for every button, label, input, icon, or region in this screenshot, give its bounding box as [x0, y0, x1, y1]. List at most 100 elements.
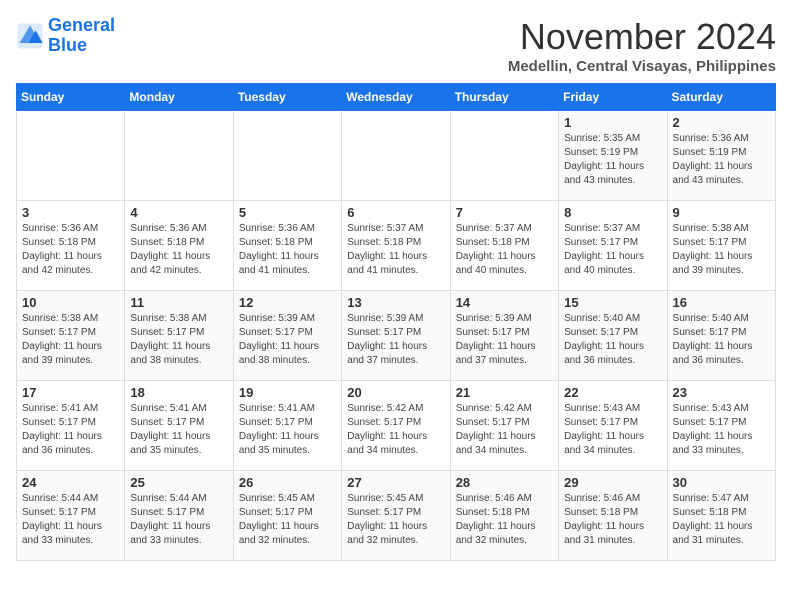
day-info: Sunrise: 5:35 AM Sunset: 5:19 PM Dayligh… [564, 132, 661, 188]
day-number: 8 [564, 205, 661, 220]
calendar-cell [17, 111, 125, 201]
day-info: Sunrise: 5:46 AM Sunset: 5:18 PM Dayligh… [564, 492, 661, 548]
title-area: November 2024 Medellin, Central Visayas,… [508, 16, 776, 75]
day-number: 16 [673, 295, 770, 310]
header: General Blue November 2024 Medellin, Cen… [16, 16, 776, 75]
day-info: Sunrise: 5:39 AM Sunset: 5:17 PM Dayligh… [239, 312, 336, 368]
calendar-cell: 9Sunrise: 5:38 AM Sunset: 5:17 PM Daylig… [667, 201, 775, 291]
day-info: Sunrise: 5:43 AM Sunset: 5:17 PM Dayligh… [564, 402, 661, 458]
logo-line1: General [48, 15, 115, 35]
logo-icon [16, 22, 44, 50]
day-info: Sunrise: 5:41 AM Sunset: 5:17 PM Dayligh… [22, 402, 119, 458]
calendar-cell: 23Sunrise: 5:43 AM Sunset: 5:17 PM Dayli… [667, 381, 775, 471]
location: Medellin, Central Visayas, Philippines [508, 58, 776, 75]
day-number: 11 [130, 295, 227, 310]
calendar-cell [450, 111, 558, 201]
day-header-friday: Friday [559, 84, 667, 111]
calendar-cell: 21 Sunrise: 5:42 AM Sunset: 5:17 PM Dayli… [450, 381, 558, 471]
day-number: 20 [347, 385, 444, 400]
day-number: 12 [239, 295, 336, 310]
day-info: Sunrise: 5:37 AM Sunset: 5:17 PM Dayligh… [564, 222, 661, 278]
day-info: Sunrise: 5:45 AM Sunset: 5:17 PM Dayligh… [347, 492, 444, 548]
day-info: Sunrise: 5:44 AM Sunset: 5:17 PM Dayligh… [130, 492, 227, 548]
day-info: Sunrise: 5:39 AM Sunset: 5:17 PM Dayligh… [456, 312, 553, 368]
calendar-cell: 22 Sunrise: 5:43 AM Sunset: 5:17 PM Dayli… [559, 381, 667, 471]
calendar-cell: 30 Sunrise: 5:47 AM Sunset: 5:18 PM Dayli… [667, 471, 775, 561]
day-number: 30 [673, 475, 770, 490]
day-info: Sunrise: 5:46 AM Sunset: 5:18 PM Dayligh… [456, 492, 553, 548]
day-number: 4 [130, 205, 227, 220]
day-info: Sunrise: 5:37 AM Sunset: 5:18 PM Dayligh… [456, 222, 553, 278]
day-number: 23 [673, 385, 770, 400]
day-info: Sunrise: 5:36 AM Sunset: 5:18 PM Dayligh… [22, 222, 119, 278]
calendar-cell: 20Sunrise: 5:42 AM Sunset: 5:17 PM Dayli… [342, 381, 450, 471]
day-info: Sunrise: 5:41 AM Sunset: 5:17 PM Dayligh… [130, 402, 227, 458]
day-info: Sunrise: 5:45 AM Sunset: 5:17 PM Dayligh… [239, 492, 336, 548]
week-row-3: 10 Sunrise: 5:38 AM Sunset: 5:17 PM Dayli… [17, 291, 776, 381]
calendar-cell: 19 Sunrise: 5:41 AM Sunset: 5:17 PM Dayli… [233, 381, 341, 471]
calendar-cell: 11 Sunrise: 5:38 AM Sunset: 5:17 PM Dayli… [125, 291, 233, 381]
calendar-cell: 27 Sunrise: 5:45 AM Sunset: 5:17 PM Dayli… [342, 471, 450, 561]
day-number: 18 [130, 385, 227, 400]
day-info: Sunrise: 5:42 AM Sunset: 5:17 PM Dayligh… [456, 402, 553, 458]
calendar-cell [125, 111, 233, 201]
day-header-wednesday: Wednesday [342, 84, 450, 111]
day-info: Sunrise: 5:41 AM Sunset: 5:17 PM Dayligh… [239, 402, 336, 458]
calendar-cell: 4Sunrise: 5:36 AM Sunset: 5:18 PM Daylig… [125, 201, 233, 291]
day-number: 5 [239, 205, 336, 220]
day-number: 15 [564, 295, 661, 310]
day-number: 1 [564, 115, 661, 130]
day-number: 2 [673, 115, 770, 130]
day-info: Sunrise: 5:36 AM Sunset: 5:19 PM Dayligh… [673, 132, 770, 188]
calendar-cell: 28Sunrise: 5:46 AM Sunset: 5:18 PM Dayli… [450, 471, 558, 561]
day-header-thursday: Thursday [450, 84, 558, 111]
day-info: Sunrise: 5:40 AM Sunset: 5:17 PM Dayligh… [564, 312, 661, 368]
calendar-cell: 29 Sunrise: 5:46 AM Sunset: 5:18 PM Dayli… [559, 471, 667, 561]
day-number: 17 [22, 385, 119, 400]
calendar-cell: 10Sunrise: 5:38 AM Sunset: 5:17 PM Dayli… [17, 291, 125, 381]
week-row-4: 17 Sunrise: 5:41 AM Sunset: 5:17 PM Dayli… [17, 381, 776, 471]
day-number: 14 [456, 295, 553, 310]
day-info: Sunrise: 5:44 AM Sunset: 5:17 PM Dayligh… [22, 492, 119, 548]
day-header-monday: Monday [125, 84, 233, 111]
day-info: Sunrise: 5:37 AM Sunset: 5:18 PM Dayligh… [347, 222, 444, 278]
calendar-body: 1 Sunrise: 5:35 AM Sunset: 5:19 PM Daylig… [17, 111, 776, 561]
calendar-cell: 18 Sunrise: 5:41 AM Sunset: 5:17 PM Dayli… [125, 381, 233, 471]
day-info: Sunrise: 5:40 AM Sunset: 5:17 PM Dayligh… [673, 312, 770, 368]
day-header-saturday: Saturday [667, 84, 775, 111]
calendar-cell: 1 Sunrise: 5:35 AM Sunset: 5:19 PM Daylig… [559, 111, 667, 201]
day-number: 27 [347, 475, 444, 490]
week-row-5: 24 Sunrise: 5:44 AM Sunset: 5:17 PM Dayli… [17, 471, 776, 561]
day-number: 21 [456, 385, 553, 400]
day-info: Sunrise: 5:38 AM Sunset: 5:17 PM Dayligh… [130, 312, 227, 368]
day-header-tuesday: Tuesday [233, 84, 341, 111]
calendar-cell: 12 Sunrise: 5:39 AM Sunset: 5:17 PM Dayli… [233, 291, 341, 381]
day-info: Sunrise: 5:39 AM Sunset: 5:17 PM Dayligh… [347, 312, 444, 368]
day-number: 13 [347, 295, 444, 310]
day-number: 22 [564, 385, 661, 400]
calendar-table: SundayMondayTuesdayWednesdayThursdayFrid… [16, 83, 776, 561]
calendar-cell [342, 111, 450, 201]
calendar-cell: 7Sunrise: 5:37 AM Sunset: 5:18 PM Daylig… [450, 201, 558, 291]
week-row-2: 3Sunrise: 5:36 AM Sunset: 5:18 PM Daylig… [17, 201, 776, 291]
calendar-cell: 13 Sunrise: 5:39 AM Sunset: 5:17 PM Dayli… [342, 291, 450, 381]
calendar-cell: 14 Sunrise: 5:39 AM Sunset: 5:17 PM Dayli… [450, 291, 558, 381]
day-number: 10 [22, 295, 119, 310]
calendar-cell: 3Sunrise: 5:36 AM Sunset: 5:18 PM Daylig… [17, 201, 125, 291]
calendar-cell: 17 Sunrise: 5:41 AM Sunset: 5:17 PM Dayli… [17, 381, 125, 471]
calendar-cell [233, 111, 341, 201]
logo: General Blue [16, 16, 115, 56]
calendar-header-row: SundayMondayTuesdayWednesdayThursdayFrid… [17, 84, 776, 111]
calendar-cell: 8 Sunrise: 5:37 AM Sunset: 5:17 PM Daylig… [559, 201, 667, 291]
day-number: 29 [564, 475, 661, 490]
day-info: Sunrise: 5:47 AM Sunset: 5:18 PM Dayligh… [673, 492, 770, 548]
calendar-cell: 6 Sunrise: 5:37 AM Sunset: 5:18 PM Daylig… [342, 201, 450, 291]
calendar-cell: 24 Sunrise: 5:44 AM Sunset: 5:17 PM Dayli… [17, 471, 125, 561]
day-number: 24 [22, 475, 119, 490]
day-number: 26 [239, 475, 336, 490]
day-number: 25 [130, 475, 227, 490]
day-number: 19 [239, 385, 336, 400]
calendar-cell: 26 Sunrise: 5:45 AM Sunset: 5:17 PM Dayli… [233, 471, 341, 561]
day-number: 6 [347, 205, 444, 220]
week-row-1: 1 Sunrise: 5:35 AM Sunset: 5:19 PM Daylig… [17, 111, 776, 201]
